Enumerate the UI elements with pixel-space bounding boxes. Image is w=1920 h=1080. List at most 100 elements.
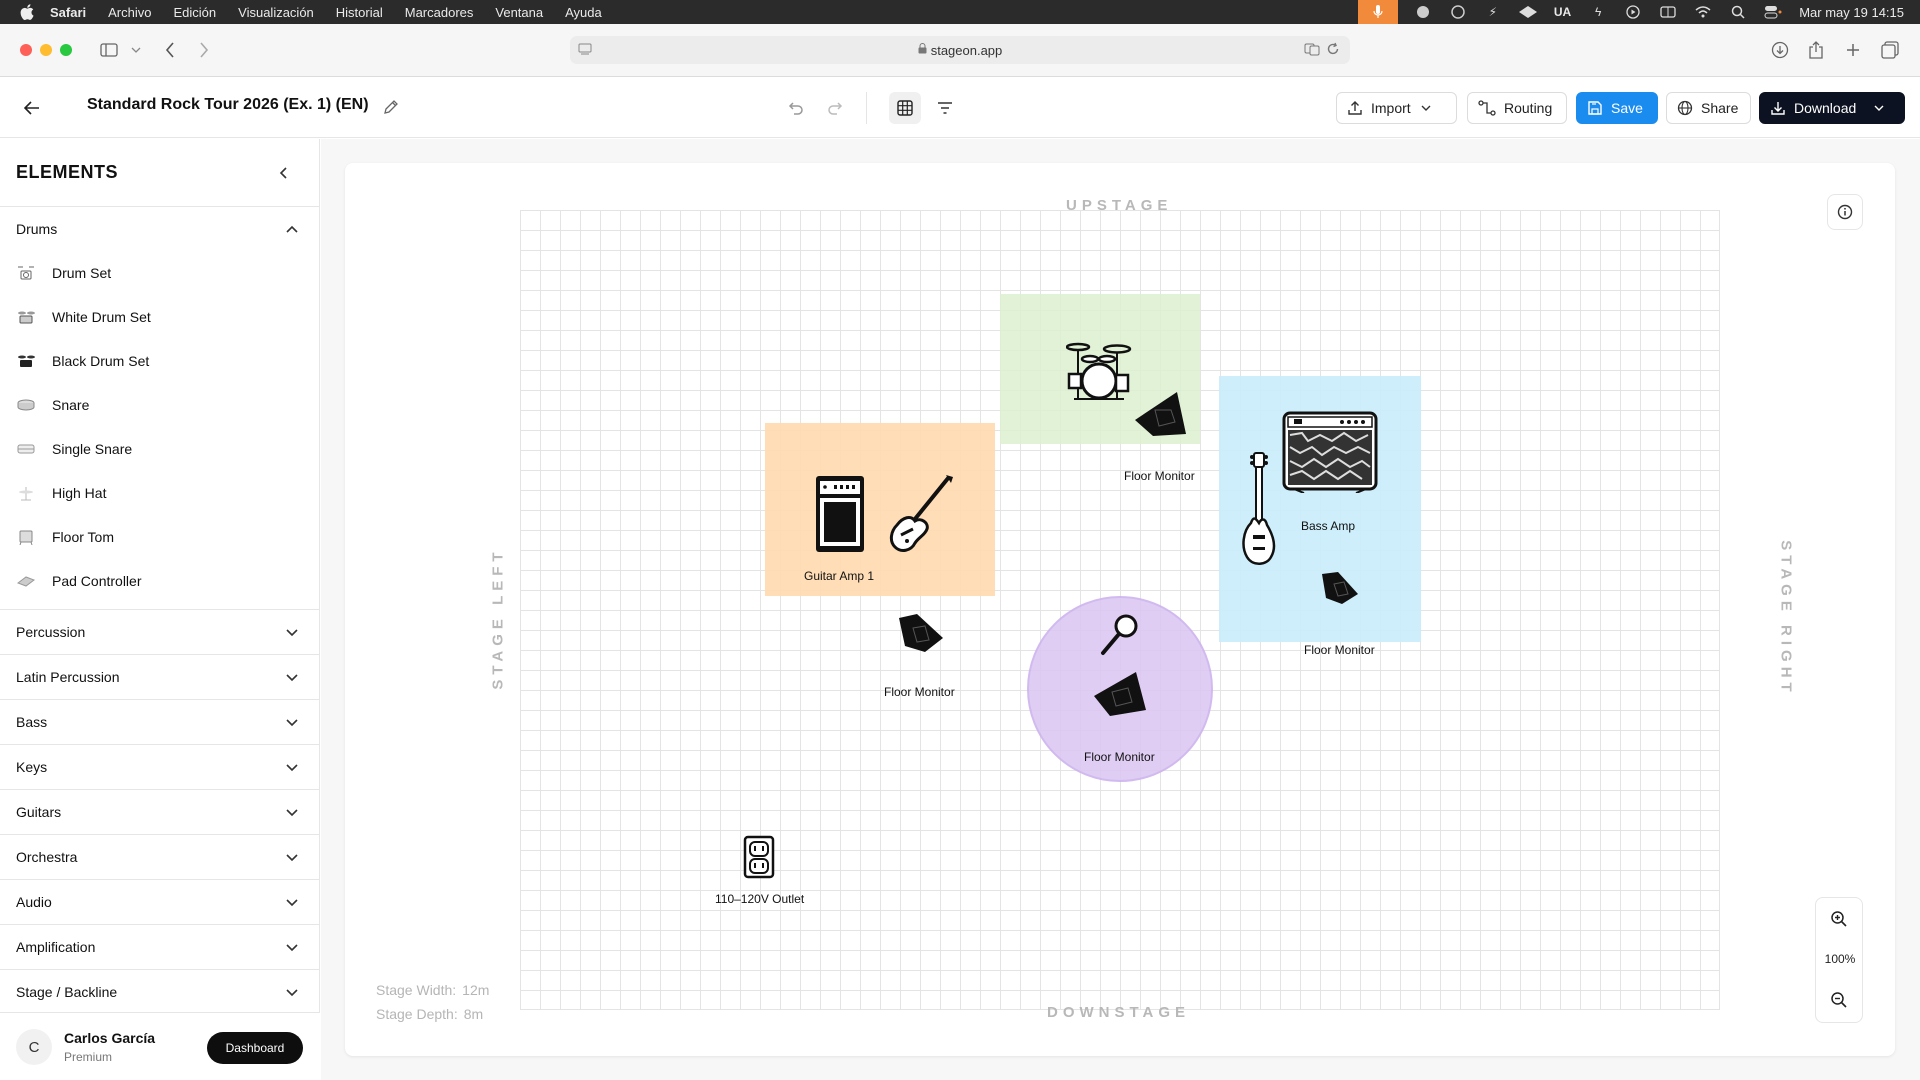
drum-kit[interactable] (1065, 339, 1132, 408)
redo-icon[interactable] (822, 94, 850, 122)
collapse-sidebar-icon[interactable] (273, 163, 293, 183)
share-sheet-icon[interactable] (1804, 38, 1828, 62)
toolbar-divider (866, 92, 867, 124)
category-latin-percussion[interactable]: Latin Percussion (0, 655, 319, 700)
category-guitars[interactable]: Guitars (0, 790, 319, 835)
category-keys[interactable]: Keys (0, 745, 319, 790)
address-bar[interactable]: stageon.app (570, 36, 1350, 64)
browser-chrome: stageon.app (0, 24, 1920, 77)
back-arrow-icon[interactable] (20, 96, 44, 120)
apple-icon[interactable] (20, 4, 36, 20)
element-item-high-hat[interactable]: High Hat (0, 471, 319, 515)
floor-monitor-bass[interactable] (1320, 570, 1360, 611)
element-item-floor-tom[interactable]: Floor Tom (0, 515, 319, 559)
floor-monitor-drums[interactable] (1133, 390, 1187, 443)
element-item-drum-set[interactable]: Drum Set (0, 251, 319, 295)
forward-nav-icon[interactable] (192, 38, 216, 62)
window-icon[interactable] (1659, 5, 1677, 19)
element-item-single-snare[interactable]: Single Snare (0, 427, 319, 471)
translate-icon[interactable] (1304, 42, 1320, 59)
share-button-label: Share (1701, 100, 1739, 116)
category-stage-backline[interactable]: Stage / Backline (0, 970, 319, 1015)
download-button[interactable]: Download (1759, 92, 1905, 124)
wifi-icon[interactable] (1694, 5, 1712, 19)
save-button[interactable]: Save (1576, 92, 1658, 124)
menu-marcadores[interactable]: Marcadores (405, 5, 474, 20)
diamond-icon[interactable] (1518, 5, 1537, 19)
minimize-window-button[interactable] (40, 44, 52, 56)
menu-app-name[interactable]: Safari (50, 5, 86, 20)
avatar[interactable]: C (16, 1029, 52, 1065)
chevron-down-icon (286, 899, 298, 907)
close-window-button[interactable] (20, 44, 32, 56)
play-icon[interactable] (1624, 5, 1642, 19)
power-icon[interactable]: ϟ (1589, 5, 1607, 19)
sidebar-toggle-icon[interactable] (97, 38, 121, 62)
download-icon (1771, 102, 1785, 115)
element-item-pad-controller[interactable]: Pad Controller (0, 559, 319, 603)
dashboard-button[interactable]: Dashboard (207, 1032, 303, 1064)
tab-overview-icon[interactable] (1878, 38, 1902, 62)
menu-edicion[interactable]: Edición (174, 5, 217, 20)
category-percussion[interactable]: Percussion (0, 610, 319, 655)
url-text: stageon.app (930, 42, 1003, 58)
electric-guitar[interactable] (883, 473, 955, 558)
category-amplification[interactable]: Amplification (0, 925, 319, 970)
status-ua[interactable]: UA (1554, 5, 1571, 19)
bass-amp[interactable] (1282, 411, 1378, 498)
microphone[interactable] (1099, 613, 1141, 662)
new-tab-icon[interactable] (1841, 38, 1865, 62)
page-menu-icon[interactable] (578, 42, 592, 59)
zoom-window-button[interactable] (60, 44, 72, 56)
guitar-amp[interactable] (814, 474, 866, 559)
element-item-snare[interactable]: Snare (0, 383, 319, 427)
guitar-zone[interactable] (765, 423, 995, 596)
chevron-down-icon (286, 854, 298, 862)
chevron-down-icon (1421, 105, 1431, 111)
element-item-black-drum-set[interactable]: Black Drum Set (0, 339, 319, 383)
floor-monitor-left[interactable] (897, 612, 945, 659)
chevron-up-icon (286, 225, 298, 233)
import-button[interactable]: Import (1336, 92, 1457, 124)
menubar-clock[interactable]: Mar may 19 14:15 (1799, 5, 1904, 20)
bass-guitar[interactable] (1239, 451, 1279, 572)
chevron-down-icon[interactable] (124, 38, 148, 62)
creative-cloud-icon[interactable] (1449, 5, 1467, 19)
bolt-icon[interactable]: ⚡ (1484, 5, 1502, 19)
pencil-icon[interactable] (382, 98, 400, 116)
stage-depth-value: 8m (463, 1006, 484, 1022)
routing-button[interactable]: Routing (1467, 92, 1567, 124)
info-button[interactable] (1827, 194, 1863, 230)
search-icon[interactable] (1729, 5, 1747, 19)
category-orchestra[interactable]: Orchestra (0, 835, 319, 880)
menu-ventana[interactable]: Ventana (495, 5, 543, 20)
status-app-icon[interactable] (1414, 5, 1432, 19)
zoom-in-icon[interactable] (1830, 910, 1848, 933)
back-nav-icon[interactable] (158, 38, 182, 62)
category-bass[interactable]: Bass (0, 700, 319, 745)
element-item-white-drum-set[interactable]: White Drum Set (0, 295, 319, 339)
category-audio[interactable]: Audio (0, 880, 319, 925)
control-center-icon[interactable] (1764, 5, 1782, 19)
menu-ayuda[interactable]: Ayuda (565, 5, 602, 20)
power-outlet[interactable] (743, 835, 775, 884)
category-drums[interactable]: Drums (0, 207, 319, 251)
category-label: Amplification (16, 939, 96, 955)
floor-monitor-bass-label: Floor Monitor (1304, 643, 1375, 657)
drum-set-icon (16, 265, 36, 281)
reload-icon[interactable] (1326, 42, 1340, 59)
zoom-control: 100% (1815, 897, 1863, 1023)
menu-historial[interactable]: Historial (336, 5, 383, 20)
menu-archivo[interactable]: Archivo (108, 5, 151, 20)
microphone-icon[interactable] (1357, 0, 1398, 24)
filter-icon[interactable] (931, 94, 959, 122)
menu-visualizacion[interactable]: Visualización (238, 5, 314, 20)
undo-icon[interactable] (781, 94, 809, 122)
floor-monitor-vocal[interactable] (1092, 670, 1148, 723)
grid-toggle-icon[interactable] (889, 92, 921, 124)
downloads-icon[interactable] (1768, 38, 1792, 62)
share-button[interactable]: Share (1666, 92, 1751, 124)
floor-tom-icon (16, 529, 36, 545)
chevron-down-icon (286, 989, 298, 997)
zoom-out-icon[interactable] (1830, 991, 1848, 1014)
